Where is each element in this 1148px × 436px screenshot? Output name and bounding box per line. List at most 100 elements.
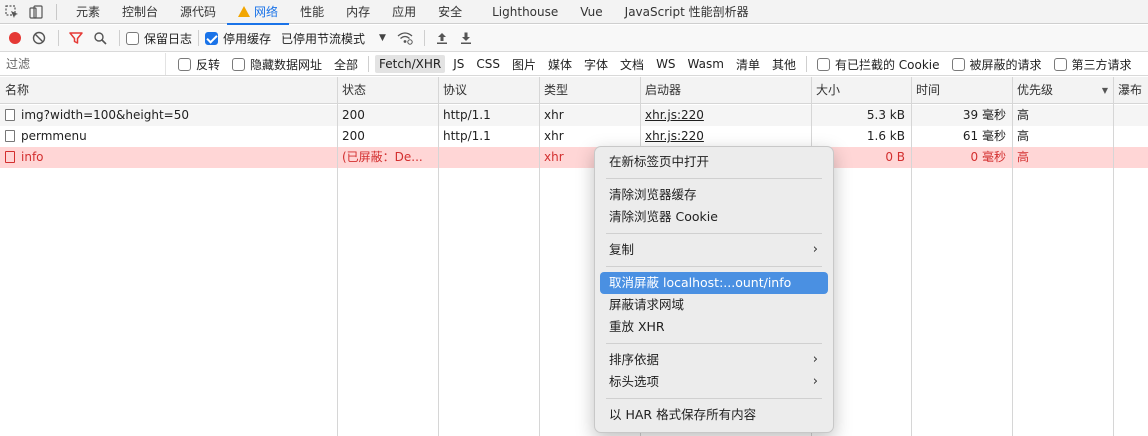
tab-sources[interactable]: 源代码 <box>169 0 227 24</box>
sort-descending-icon: ▼ <box>1101 86 1108 95</box>
filter-divider <box>368 56 370 72</box>
column-divider[interactable] <box>1113 77 1114 436</box>
menu-item-clear-cookies[interactable]: 清除浏览器 Cookie <box>600 206 828 228</box>
network-toolbar: 保留日志 停用缓存 已停用节流模式 ▼ <box>0 25 1148 52</box>
checkbox-box[interactable] <box>1053 57 1067 71</box>
invert-checkbox[interactable]: 反转 <box>178 56 220 73</box>
search-icon[interactable] <box>89 27 111 49</box>
tab-js-profiler[interactable]: JavaScript 性能剖析器 <box>614 0 760 24</box>
filter-type-all[interactable]: 全部 <box>330 54 362 75</box>
throttle-select[interactable]: 已停用节流模式 ▼ <box>281 30 386 47</box>
tab-memory[interactable]: 内存 <box>335 0 381 24</box>
table-row[interactable]: img?width=100&height=50 200 http/1.1 xhr… <box>0 105 1148 126</box>
filter-icon[interactable] <box>65 27 87 49</box>
initiator-link[interactable]: xhr.js:220 <box>645 108 704 122</box>
filter-type-css[interactable]: CSS <box>472 55 504 73</box>
blocked-requests-label: 被屏蔽的请求 <box>969 57 1042 72</box>
filter-type-wasm[interactable]: Wasm <box>684 55 728 73</box>
column-header-protocol[interactable]: 协议 <box>438 77 467 104</box>
column-header-time[interactable]: 时间 <box>911 77 940 104</box>
checkbox-box[interactable] <box>232 57 246 71</box>
menu-item-sort-by[interactable]: 排序依据 › <box>600 349 828 371</box>
request-name-cell: img?width=100&height=50 <box>0 105 337 126</box>
blocked-requests-checkbox[interactable]: 被屏蔽的请求 <box>951 56 1042 73</box>
filter-type-other[interactable]: 其他 <box>768 54 800 75</box>
import-har-icon[interactable] <box>431 27 453 49</box>
column-header-waterfall[interactable]: 瀑布 <box>1113 77 1142 104</box>
filter-type-ws[interactable]: WS <box>652 55 679 73</box>
record-icon[interactable] <box>4 27 26 49</box>
menu-item-save-har[interactable]: 以 HAR 格式保存所有内容 <box>600 404 828 426</box>
device-toolbar-icon[interactable] <box>24 0 48 24</box>
table-row[interactable]: permmenu 200 http/1.1 xhr xhr.js:220 1.6… <box>0 126 1148 147</box>
column-divider[interactable] <box>337 77 338 436</box>
toolbar-divider <box>119 30 120 46</box>
checkbox-box[interactable] <box>126 31 139 45</box>
tab-elements[interactable]: 元素 <box>65 0 111 24</box>
inspect-element-icon[interactable] <box>0 0 24 24</box>
protocol-cell <box>438 147 539 168</box>
menu-separator <box>606 233 822 234</box>
column-divider[interactable] <box>539 77 540 436</box>
third-party-checkbox[interactable]: 第三方请求 <box>1053 56 1132 73</box>
tab-network[interactable]: 网络 <box>227 0 290 25</box>
checkbox-box[interactable] <box>951 57 965 71</box>
filter-input[interactable] <box>0 53 166 75</box>
disable-cache-checkbox[interactable]: 停用缓存 <box>205 30 271 47</box>
third-party-label: 第三方请求 <box>1071 57 1132 72</box>
blocked-cookies-checkbox[interactable]: 有已拦截的 Cookie <box>816 56 940 73</box>
filter-type-media[interactable]: 媒体 <box>544 54 576 75</box>
menu-item-copy[interactable]: 复制 › <box>600 239 828 261</box>
column-header-size[interactable]: 大小 <box>811 77 840 104</box>
column-header-name[interactable]: 名称 <box>0 77 29 104</box>
clear-icon[interactable] <box>28 27 50 49</box>
tab-label: 网络 <box>254 5 279 19</box>
request-name: info <box>21 150 44 164</box>
column-header-initiator[interactable]: 启动器 <box>640 77 681 104</box>
tab-performance[interactable]: 性能 <box>289 0 335 24</box>
menu-item-unblock[interactable]: 取消屏蔽 localhost:...ount/info <box>600 272 828 294</box>
tab-label: 性能 <box>300 5 325 19</box>
chevron-right-icon: › <box>812 242 818 257</box>
filter-type-fetch-xhr[interactable]: Fetch/XHR <box>375 55 446 73</box>
column-header-type[interactable]: 类型 <box>539 77 568 104</box>
menu-item-open-new-tab[interactable]: 在新标签页中打开 <box>600 151 828 173</box>
column-header-status[interactable]: 状态 <box>337 77 366 104</box>
filter-divider <box>805 56 807 72</box>
export-har-icon[interactable] <box>455 27 477 49</box>
filter-type-js[interactable]: JS <box>449 55 468 73</box>
column-divider[interactable] <box>911 77 912 436</box>
checkbox-box[interactable] <box>205 31 219 45</box>
checkbox-box[interactable] <box>178 57 191 71</box>
filter-type-img[interactable]: 图片 <box>508 54 540 75</box>
tab-application[interactable]: 应用 <box>381 0 427 24</box>
tab-security[interactable]: 安全 <box>427 0 473 24</box>
initiator-link[interactable]: xhr.js:220 <box>645 129 704 143</box>
tab-vue[interactable]: Vue <box>569 0 613 24</box>
filter-type-font[interactable]: 字体 <box>580 54 612 75</box>
file-icon <box>5 130 15 142</box>
tab-console[interactable]: 控制台 <box>111 0 169 24</box>
checkbox-box[interactable] <box>816 57 830 71</box>
filter-bar: 反转 隐藏数据网址 全部 Fetch/XHR JS CSS 图片 媒体 字体 文… <box>0 53 1148 76</box>
toolbar-divider <box>198 30 200 46</box>
table-row-blocked[interactable]: info (已屏蔽：De... xhr 0 B 0 毫秒 高 <box>0 147 1148 168</box>
column-header-priority[interactable]: 优先级 ▼ <box>1012 77 1114 104</box>
column-divider[interactable] <box>438 77 439 436</box>
network-conditions-icon[interactable] <box>394 27 416 49</box>
request-table: 名称 状态 协议 类型 启动器 大小 时间 优先级 ▼ 瀑布 img?width… <box>0 77 1148 436</box>
tab-lighthouse[interactable]: Lighthouse <box>481 0 569 24</box>
menu-item-header-options[interactable]: 标头选项 › <box>600 371 828 393</box>
tab-label: 源代码 <box>180 5 217 19</box>
protocol-cell: http/1.1 <box>443 129 491 143</box>
column-divider[interactable] <box>1012 77 1013 436</box>
filter-type-manifest[interactable]: 清单 <box>732 54 764 75</box>
menu-item-block-domain[interactable]: 屏蔽请求网域 <box>600 294 828 316</box>
menu-item-replay-xhr[interactable]: 重放 XHR <box>600 316 828 338</box>
hide-data-urls-checkbox[interactable]: 隐藏数据网址 <box>232 56 322 73</box>
size-cell: 1.6 kB <box>866 129 905 143</box>
request-name-cell: permmenu <box>0 126 337 147</box>
filter-type-doc[interactable]: 文档 <box>616 54 648 75</box>
menu-item-clear-cache[interactable]: 清除浏览器缓存 <box>600 184 828 206</box>
preserve-log-checkbox[interactable]: 保留日志 <box>126 30 192 47</box>
